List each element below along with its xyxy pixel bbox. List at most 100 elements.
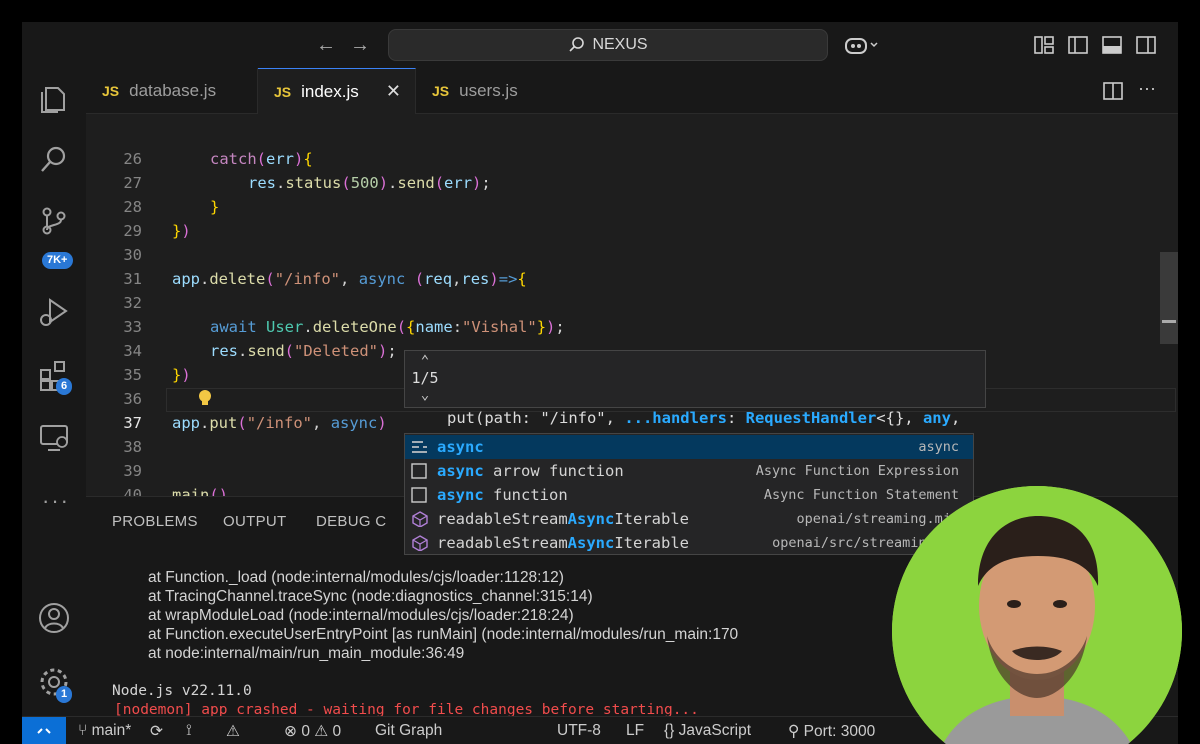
line-number: 35 — [123, 366, 142, 384]
command-center[interactable]: NEXUS — [388, 29, 828, 61]
js-file-icon: JS — [432, 83, 450, 99]
tab-problems[interactable]: PROBLEMS — [112, 513, 198, 530]
js-file-icon: JS — [102, 83, 120, 99]
toggle-secondary-sidebar-icon[interactable] — [1134, 33, 1158, 57]
more-actions-icon[interactable]: ··· — [1138, 78, 1156, 99]
source-control-icon[interactable] — [36, 204, 72, 240]
parameter-hints-widget: ⌃ 1/5 ⌄ put(path: "/info", ...handlers: … — [404, 350, 986, 499]
scrollbar-cursor-marker — [1162, 320, 1176, 323]
remote-explorer-icon[interactable] — [36, 420, 72, 456]
error-count: 0 — [301, 723, 310, 740]
tab-output[interactable]: OUTPUT — [223, 513, 286, 530]
suggestion-item[interactable]: async async — [405, 435, 973, 459]
error-icon: ⊗ — [284, 723, 297, 740]
language-item[interactable]: {} JavaScript — [664, 722, 751, 740]
remote-indicator[interactable] — [22, 717, 66, 744]
sync-icon[interactable]: ⟳ — [150, 722, 163, 741]
signature-nav[interactable]: ⌃ 1/5 ⌄ — [409, 353, 441, 404]
extensions-badge: 6 — [56, 378, 73, 395]
git-graph-item[interactable]: Git Graph — [375, 722, 442, 740]
git-branch-icon: ⑂ — [78, 722, 88, 739]
code-line: catch(err){ — [210, 150, 313, 168]
terminal-line: at Function.executeUserEntryPoint [as ru… — [148, 626, 739, 643]
chevron-down-icon[interactable]: ⌄ — [409, 387, 441, 404]
code-line: app.delete("/info", async (req,res)=>{ — [172, 270, 527, 288]
terminal-line: at Function._load (node:internal/modules… — [148, 569, 564, 586]
editor-scrollbar[interactable] — [1160, 252, 1178, 344]
line-number: 40 — [123, 486, 142, 496]
search-icon — [569, 37, 585, 52]
code-line: }) — [172, 222, 191, 240]
line-number: 28 — [123, 198, 142, 216]
warning-icon: ⚠ — [314, 723, 329, 740]
suggestion-detail: Async Function Expression — [755, 463, 959, 479]
code-line: app.put("/info", async) — [172, 414, 387, 432]
keyword-icon — [412, 441, 427, 453]
code-line: res.send("Deleted"); — [210, 342, 397, 360]
git-pull-request-icon[interactable]: ⟟ — [186, 722, 192, 740]
copilot-icon[interactable] — [844, 33, 880, 57]
terminal-line: at TracingChannel.traceSync (node:diagno… — [148, 588, 593, 605]
port-item[interactable]: ⚲ Port: 3000 — [788, 722, 875, 741]
line-number: 36 — [123, 390, 142, 408]
layout-customize-icon[interactable] — [1032, 33, 1056, 57]
line-number: 31 — [123, 270, 142, 288]
toggle-primary-sidebar-icon[interactable] — [1066, 33, 1090, 57]
accounts-icon[interactable] — [36, 600, 72, 636]
problems-item[interactable]: ⊗ 0 ⚠ 0 — [284, 722, 341, 741]
tab-index-js[interactable]: JS index.js ✕ — [258, 68, 416, 114]
snippet-icon — [411, 463, 427, 479]
signature-line-1: put(path: "/info", ...handlers: RequestH… — [447, 409, 961, 427]
node-version: Node.js v22.11.0 — [112, 683, 252, 699]
signature-counter: 1/5 — [411, 369, 439, 387]
suggestion-item[interactable]: async arrow function Async Function Expre… — [405, 459, 973, 483]
language-label: JavaScript — [678, 722, 752, 739]
tab-users-js[interactable]: JS users.js — [416, 68, 576, 114]
editor-tabs: JS database.js JS index.js ✕ JS users.js… — [86, 68, 1178, 114]
line-number: 32 — [123, 294, 142, 312]
suggestion-label: readableStreamAsyncIterable — [437, 510, 689, 528]
lightbulb-icon[interactable] — [196, 388, 214, 408]
toggle-panel-icon[interactable] — [1100, 33, 1124, 57]
tab-label: database.js — [129, 81, 217, 100]
run-debug-icon[interactable] — [36, 294, 72, 330]
back-arrow-icon[interactable]: ← — [316, 34, 336, 57]
suggest-widget: async async async arrow function Async Func… — [404, 433, 974, 555]
suggestion-detail: Async Function Statement — [763, 487, 959, 503]
forward-arrow-icon[interactable]: → — [350, 34, 370, 57]
tab-label: index.js — [301, 81, 359, 101]
search-view-icon[interactable] — [36, 142, 72, 178]
branch-item[interactable]: ⑂ main* — [78, 722, 131, 740]
code-line: } — [210, 198, 220, 216]
line-number: 29 — [123, 222, 142, 240]
suggestion-item[interactable]: readableStreamAsyncIterable openai/src/st… — [405, 531, 973, 555]
suggestion-label: async — [437, 438, 484, 456]
line-number: 34 — [123, 342, 142, 360]
suggestion-item[interactable]: readableStreamAsyncIterable openai/stream… — [405, 507, 973, 531]
activity-bar: 7K+ 6 ··· 1 — [22, 68, 86, 716]
source-control-badge: 7K+ — [42, 252, 73, 269]
line-number: 30 — [123, 246, 142, 264]
split-editor-icon[interactable] — [1102, 80, 1124, 102]
braces-icon: {} — [664, 722, 675, 739]
eol-item[interactable]: LF — [626, 722, 644, 740]
more-views-icon[interactable]: ··· — [42, 488, 70, 514]
snippet-icon — [411, 487, 427, 503]
encoding-item[interactable]: UTF-8 — [557, 722, 601, 740]
line-number: 33 — [123, 318, 142, 336]
suggestion-label: async arrow function — [437, 462, 624, 480]
antenna-icon: ⚲ — [788, 723, 800, 740]
explorer-icon[interactable] — [36, 80, 72, 116]
chevron-up-icon[interactable]: ⌃ — [409, 353, 441, 370]
branch-name: main* — [91, 722, 132, 739]
command-center-label: NEXUS — [592, 36, 648, 53]
terminal-line: at wrapModuleLoad (node:internal/modules… — [148, 607, 574, 624]
suggestion-label: readableStreamAsyncIterable — [437, 534, 689, 552]
rocket-warning-icon[interactable]: ⚠ — [226, 722, 240, 741]
tab-database-js[interactable]: JS database.js — [86, 68, 258, 114]
tab-debug-console[interactable]: DEBUG C — [316, 513, 386, 530]
close-icon[interactable]: ✕ — [386, 81, 401, 102]
code-line: await User.deleteOne({name:"Vishal"}); — [210, 318, 565, 336]
suggestion-item[interactable]: async function Async Function Statement — [405, 483, 973, 507]
warning-count: 0 — [332, 723, 342, 740]
